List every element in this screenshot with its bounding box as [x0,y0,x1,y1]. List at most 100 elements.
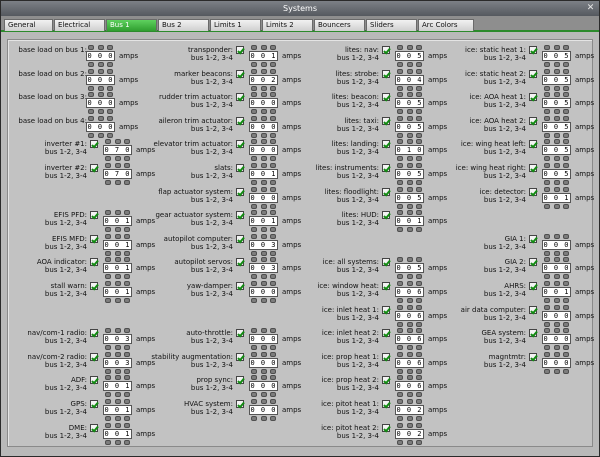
enable-checkbox[interactable] [90,258,98,267]
up-arrow-icon[interactable] [397,351,403,357]
up-arrow-icon[interactable] [397,68,403,74]
down-arrow-icon[interactable] [406,392,413,398]
down-arrow-icon[interactable] [107,62,113,67]
down-arrow-icon[interactable] [416,203,422,209]
enable-checkbox[interactable] [90,329,98,338]
decrement-knobs[interactable] [542,203,571,209]
down-arrow-icon[interactable] [124,250,130,256]
tab-arc-colors[interactable]: Arc Colors [418,19,474,31]
increment-knobs[interactable] [249,115,278,121]
down-arrow-icon[interactable] [553,321,560,327]
down-arrow-icon[interactable] [553,250,560,256]
amps-spinner[interactable]: 0 0 5 [395,163,424,185]
up-arrow-icon[interactable] [124,375,130,381]
down-arrow-icon[interactable] [406,132,413,138]
down-arrow-icon[interactable] [105,156,111,162]
down-arrow-icon[interactable] [270,203,276,209]
up-arrow-icon[interactable] [553,328,560,334]
up-arrow-icon[interactable] [97,45,104,50]
down-arrow-icon[interactable] [406,439,413,445]
amps-spinner[interactable]: 0 0 1 [103,281,132,303]
increment-knobs[interactable] [395,163,424,168]
tab-general[interactable]: General [4,19,53,31]
enable-checkbox[interactable] [90,282,98,290]
up-arrow-icon[interactable] [97,68,104,74]
amps-spinner[interactable]: 0 0 0 [249,351,278,374]
down-arrow-icon[interactable] [416,298,422,303]
down-arrow-icon[interactable] [406,321,413,327]
up-arrow-icon[interactable] [270,281,276,286]
down-arrow-icon[interactable] [563,62,569,67]
down-arrow-icon[interactable] [270,274,276,280]
down-arrow-icon[interactable] [260,109,267,115]
down-arrow-icon[interactable] [270,156,276,162]
up-arrow-icon[interactable] [251,68,257,74]
enable-checkbox[interactable] [382,352,390,361]
up-arrow-icon[interactable] [553,351,560,357]
up-arrow-icon[interactable] [260,115,267,121]
enable-checkbox[interactable] [236,116,244,125]
amps-spinner[interactable]: 0 0 6 [395,375,424,398]
increment-knobs[interactable] [249,139,278,145]
down-arrow-icon[interactable] [124,298,130,303]
decrement-knobs[interactable] [249,250,278,256]
down-arrow-icon[interactable] [397,368,403,374]
up-arrow-icon[interactable] [416,139,422,145]
down-arrow-icon[interactable] [544,180,550,185]
up-arrow-icon[interactable] [270,257,276,263]
down-arrow-icon[interactable] [251,274,257,280]
up-arrow-icon[interactable] [105,375,111,381]
down-arrow-icon[interactable] [260,156,267,162]
up-arrow-icon[interactable] [251,139,257,145]
up-arrow-icon[interactable] [105,328,111,334]
up-arrow-icon[interactable] [251,163,257,168]
up-arrow-icon[interactable] [416,68,422,74]
up-arrow-icon[interactable] [270,233,276,239]
up-arrow-icon[interactable] [406,92,413,98]
increment-knobs[interactable] [395,186,424,192]
up-arrow-icon[interactable] [563,92,569,98]
enable-checkbox[interactable] [236,400,244,408]
up-arrow-icon[interactable] [114,233,121,239]
amps-spinner[interactable]: 0 0 0 [542,233,571,256]
down-arrow-icon[interactable] [397,156,403,162]
amps-spinner[interactable]: 0 0 1 [542,186,571,209]
down-arrow-icon[interactable] [260,85,267,91]
amps-spinner[interactable]: 0 7 0 [103,139,132,162]
up-arrow-icon[interactable] [416,210,422,216]
down-arrow-icon[interactable] [260,368,267,374]
up-arrow-icon[interactable] [260,257,267,263]
amps-spinner[interactable]: 0 0 0 [249,328,278,351]
up-arrow-icon[interactable] [270,186,276,192]
decrement-knobs[interactable] [542,274,571,280]
amps-spinner[interactable]: 0 0 0 [249,139,278,162]
up-arrow-icon[interactable] [260,281,267,286]
down-arrow-icon[interactable] [251,85,257,91]
decrement-knobs[interactable] [542,156,571,162]
up-arrow-icon[interactable] [260,68,267,74]
up-arrow-icon[interactable] [88,115,94,121]
up-arrow-icon[interactable] [544,68,550,74]
enable-checkbox[interactable] [382,93,390,102]
down-arrow-icon[interactable] [416,416,422,421]
down-arrow-icon[interactable] [260,392,267,398]
up-arrow-icon[interactable] [105,399,111,404]
up-arrow-icon[interactable] [114,163,121,168]
amps-spinner[interactable]: 0 0 6 [395,351,424,374]
down-arrow-icon[interactable] [544,85,550,91]
up-arrow-icon[interactable] [544,92,550,98]
up-arrow-icon[interactable] [416,115,422,121]
up-arrow-icon[interactable] [88,45,94,50]
amps-spinner[interactable]: 0 0 3 [103,351,132,374]
down-arrow-icon[interactable] [270,368,276,374]
down-arrow-icon[interactable] [105,439,111,445]
up-arrow-icon[interactable] [544,186,550,192]
up-arrow-icon[interactable] [406,422,413,428]
amps-spinner[interactable]: 0 0 3 [103,328,132,351]
up-arrow-icon[interactable] [105,422,111,428]
increment-knobs[interactable] [542,233,571,239]
down-arrow-icon[interactable] [553,156,560,162]
up-arrow-icon[interactable] [114,422,121,428]
amps-spinner[interactable]: 0 0 3 [249,233,278,256]
up-arrow-icon[interactable] [553,163,560,168]
